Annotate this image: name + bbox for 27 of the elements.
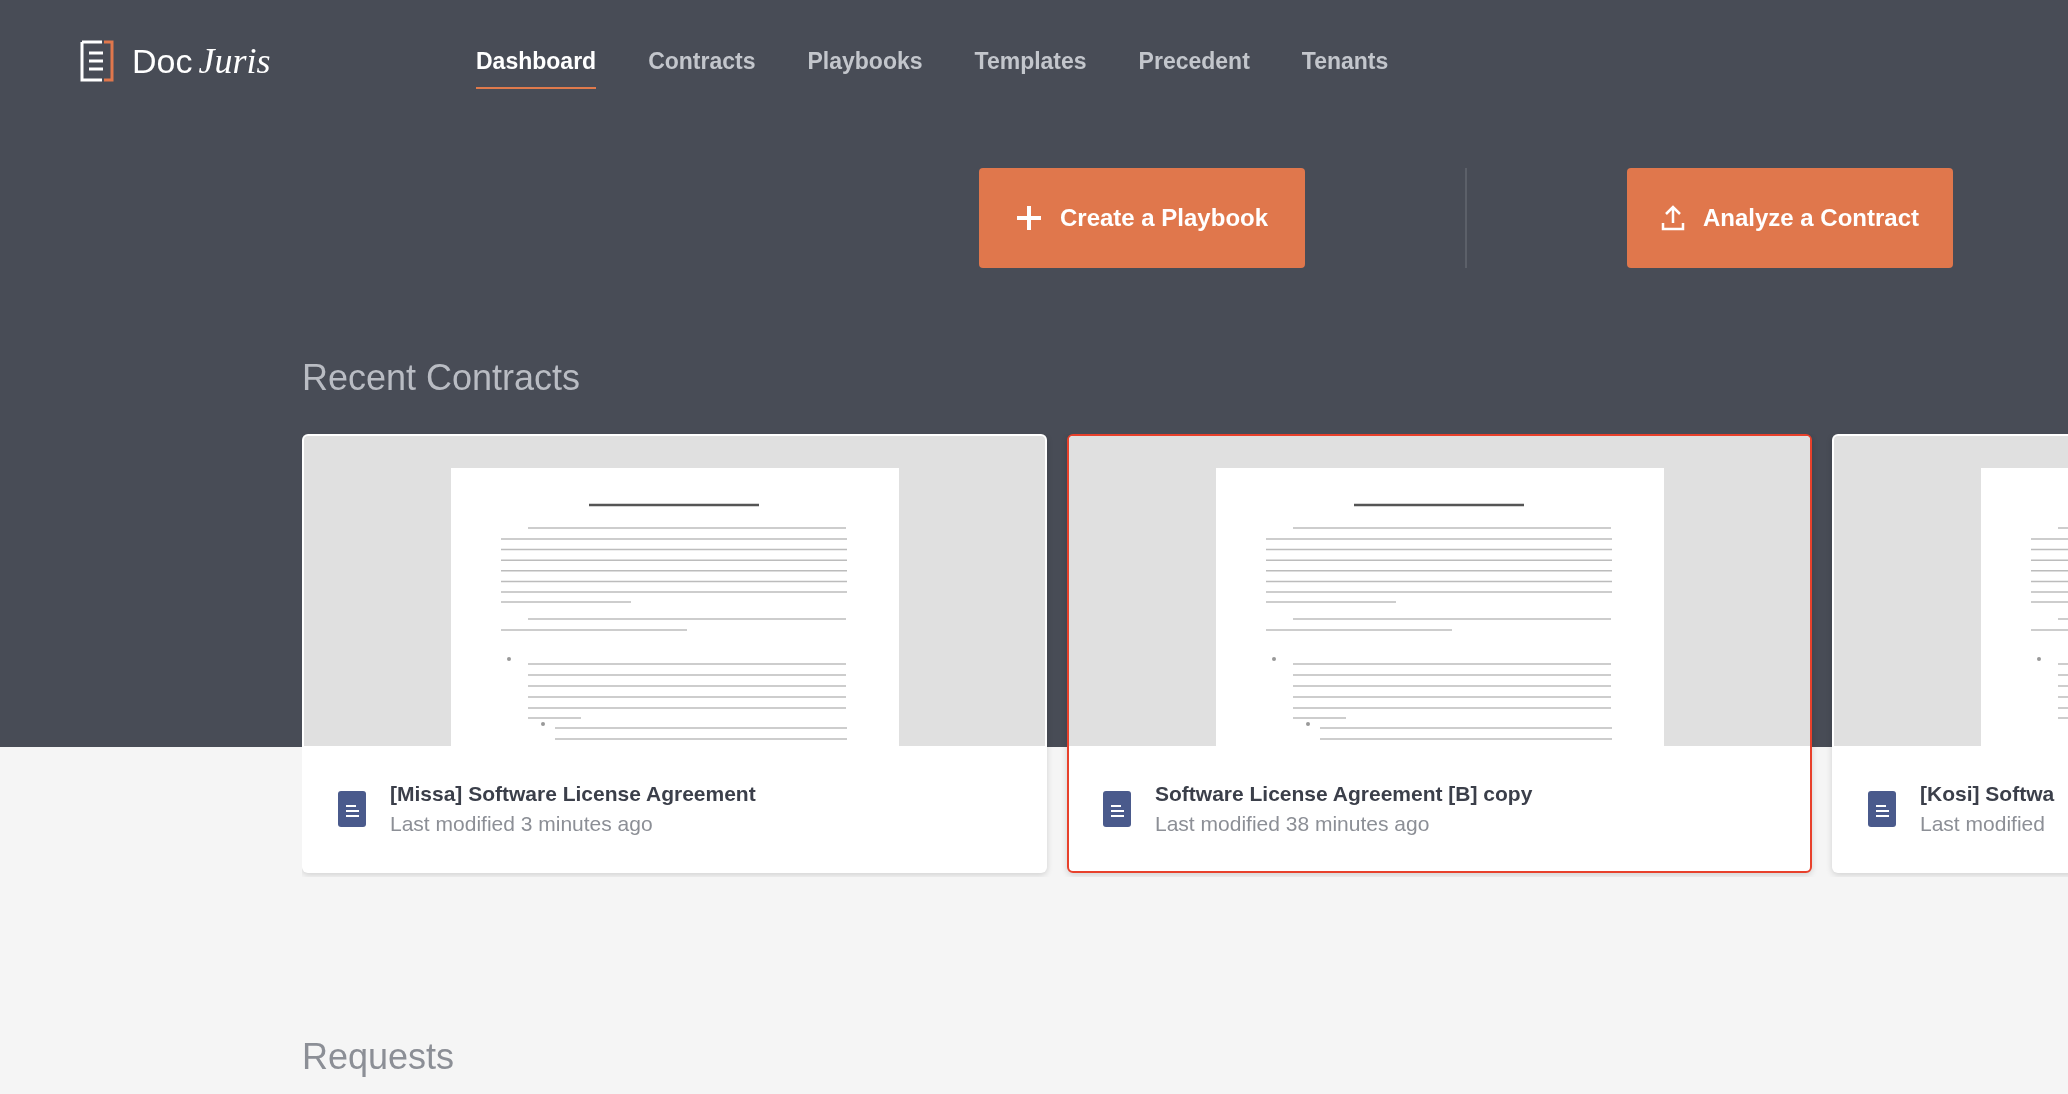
logo-text: Juris [198, 41, 271, 81]
modified-time: Last modified 3 minutes ago [390, 811, 654, 836]
contract-card[interactable]: Software License Agreement [B] copy Last modified 38 minutes ago [1067, 434, 1812, 873]
document-icon [1868, 790, 1896, 827]
nav-tab[interactable]: Tenants [1301, 33, 1389, 89]
nav-tab[interactable]: Templates [974, 33, 1087, 89]
modified-time: Last modified 38 minutes ago [1155, 811, 1431, 836]
contract-title: [Kosi] Softwa [1920, 781, 2055, 806]
section-title: Requests [302, 1037, 456, 1077]
contract-card[interactable]: [Kosi] Softwa Last modified [1832, 434, 2068, 873]
analyze-button[interactable]: Analyze a Contract [1627, 168, 1953, 268]
document-icon [1103, 790, 1131, 827]
plus-icon [1015, 205, 1042, 231]
contract-card[interactable]: [Missa] Software License Agreement Last modified 3 minutes ago [302, 434, 1047, 873]
upload-icon [1660, 205, 1685, 231]
logo-text: Doc [132, 42, 193, 80]
nav-tab[interactable]: Playbooks [807, 33, 923, 89]
modified-time: Last modified [1920, 811, 2046, 836]
contract-title: [Missa] Software License Agreement [390, 781, 756, 806]
nav-tab[interactable]: Precedent [1138, 33, 1250, 89]
logo-icon [80, 40, 116, 82]
nav-tab[interactable]: Contracts [648, 33, 756, 89]
contract-title: Software License Agreement [B] copy [1155, 781, 1533, 806]
section-title: Recent Contracts [302, 356, 582, 400]
document-icon [338, 790, 366, 827]
create-button[interactable]: Create a Playbook [979, 168, 1305, 268]
nav-tab[interactable]: Dashboard [476, 33, 597, 89]
